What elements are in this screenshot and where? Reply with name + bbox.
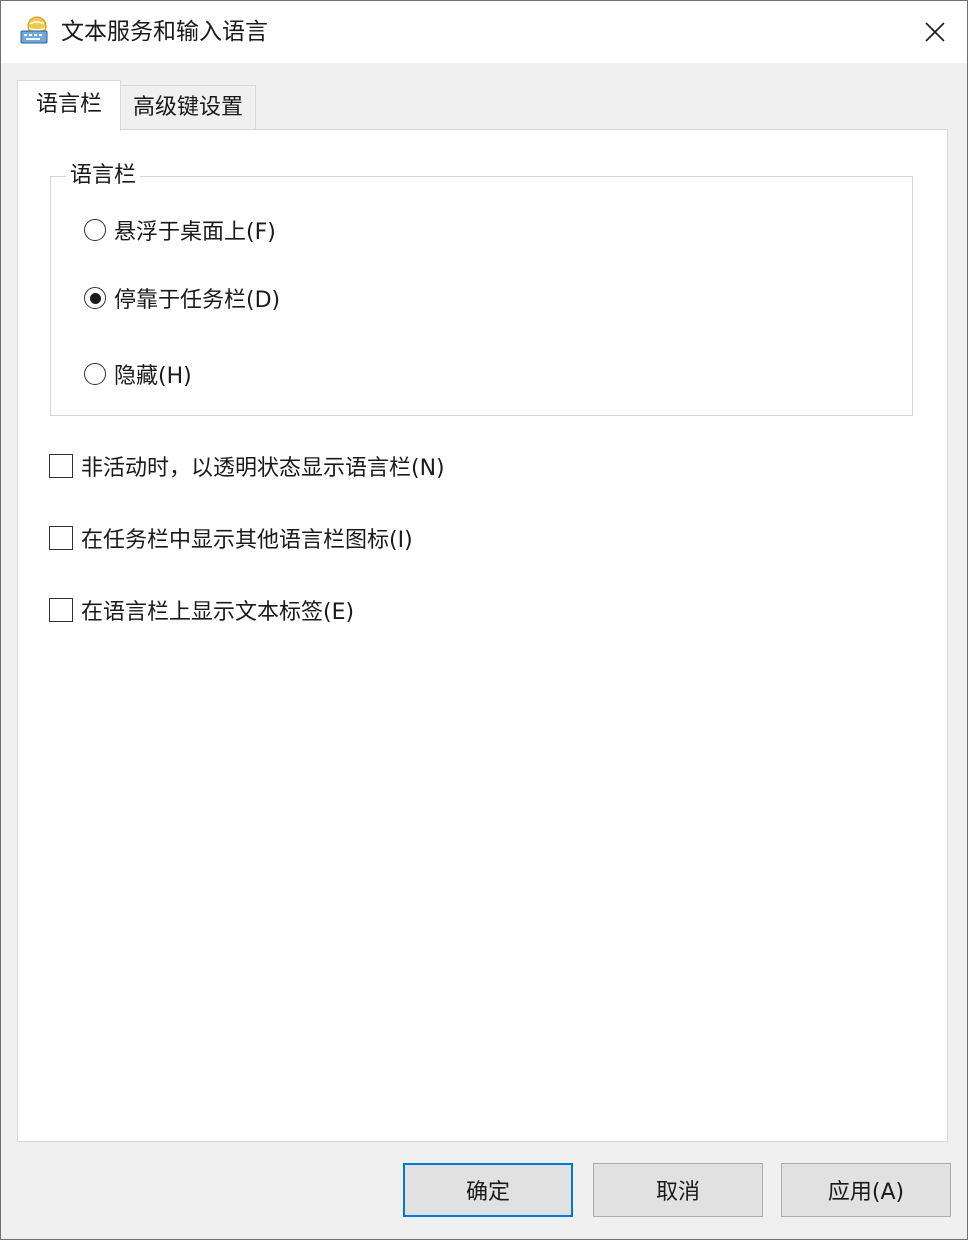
- groupbox-label: 语言栏: [66, 160, 141, 192]
- radio-label: 停靠于任务栏(D): [114, 288, 281, 313]
- checkbox-show-additional-icons[interactable]: 在任务栏中显示其他语言栏图标(I): [49, 522, 413, 554]
- radio-hidden[interactable]: 隐藏(H): [84, 358, 192, 390]
- keyboard-globe-icon: [19, 15, 51, 47]
- cancel-button[interactable]: 取消: [593, 1163, 763, 1217]
- checkbox-label: 在任务栏中显示其他语言栏图标(I): [81, 528, 413, 553]
- tab-panel: 语言栏 悬浮于桌面上(F) 停靠于任务栏(D) 隐藏(H) 非活动时，以透明状态…: [17, 129, 948, 1142]
- close-icon: [925, 22, 945, 42]
- radio-label: 悬浮于桌面上(F): [114, 220, 276, 245]
- checkbox-icon[interactable]: [49, 598, 73, 622]
- radio-label: 隐藏(H): [114, 364, 192, 389]
- ok-button[interactable]: 确定: [403, 1163, 573, 1217]
- checkbox-show-text-labels[interactable]: 在语言栏上显示文本标签(E): [49, 594, 354, 626]
- radio-float-on-desktop[interactable]: 悬浮于桌面上(F): [84, 214, 276, 246]
- title-bar[interactable]: 文本服务和输入语言: [1, 1, 967, 63]
- checkbox-transparent-when-inactive[interactable]: 非活动时，以透明状态显示语言栏(N): [49, 450, 445, 482]
- radio-button-selected-icon[interactable]: [84, 287, 106, 309]
- radio-button-icon[interactable]: [84, 219, 106, 241]
- checkbox-icon[interactable]: [49, 454, 73, 478]
- tab-language-bar[interactable]: 语言栏: [17, 80, 121, 131]
- close-button[interactable]: [903, 1, 967, 63]
- checkbox-label: 非活动时，以透明状态显示语言栏(N): [81, 456, 445, 481]
- checkbox-icon[interactable]: [49, 526, 73, 550]
- radio-dock-in-taskbar[interactable]: 停靠于任务栏(D): [84, 282, 280, 314]
- radio-button-icon[interactable]: [84, 363, 106, 385]
- radio-dot-icon: [89, 292, 101, 304]
- apply-button[interactable]: 应用(A): [781, 1163, 951, 1217]
- window-title: 文本服务和输入语言: [61, 19, 268, 45]
- checkbox-label: 在语言栏上显示文本标签(E): [81, 600, 355, 625]
- tab-advanced-key-settings[interactable]: 高级键设置: [120, 85, 256, 129]
- dialog-window: 文本服务和输入语言 语言栏 高级键设置 语言栏 悬浮于桌面上(F) 停靠于任务栏…: [0, 0, 968, 1240]
